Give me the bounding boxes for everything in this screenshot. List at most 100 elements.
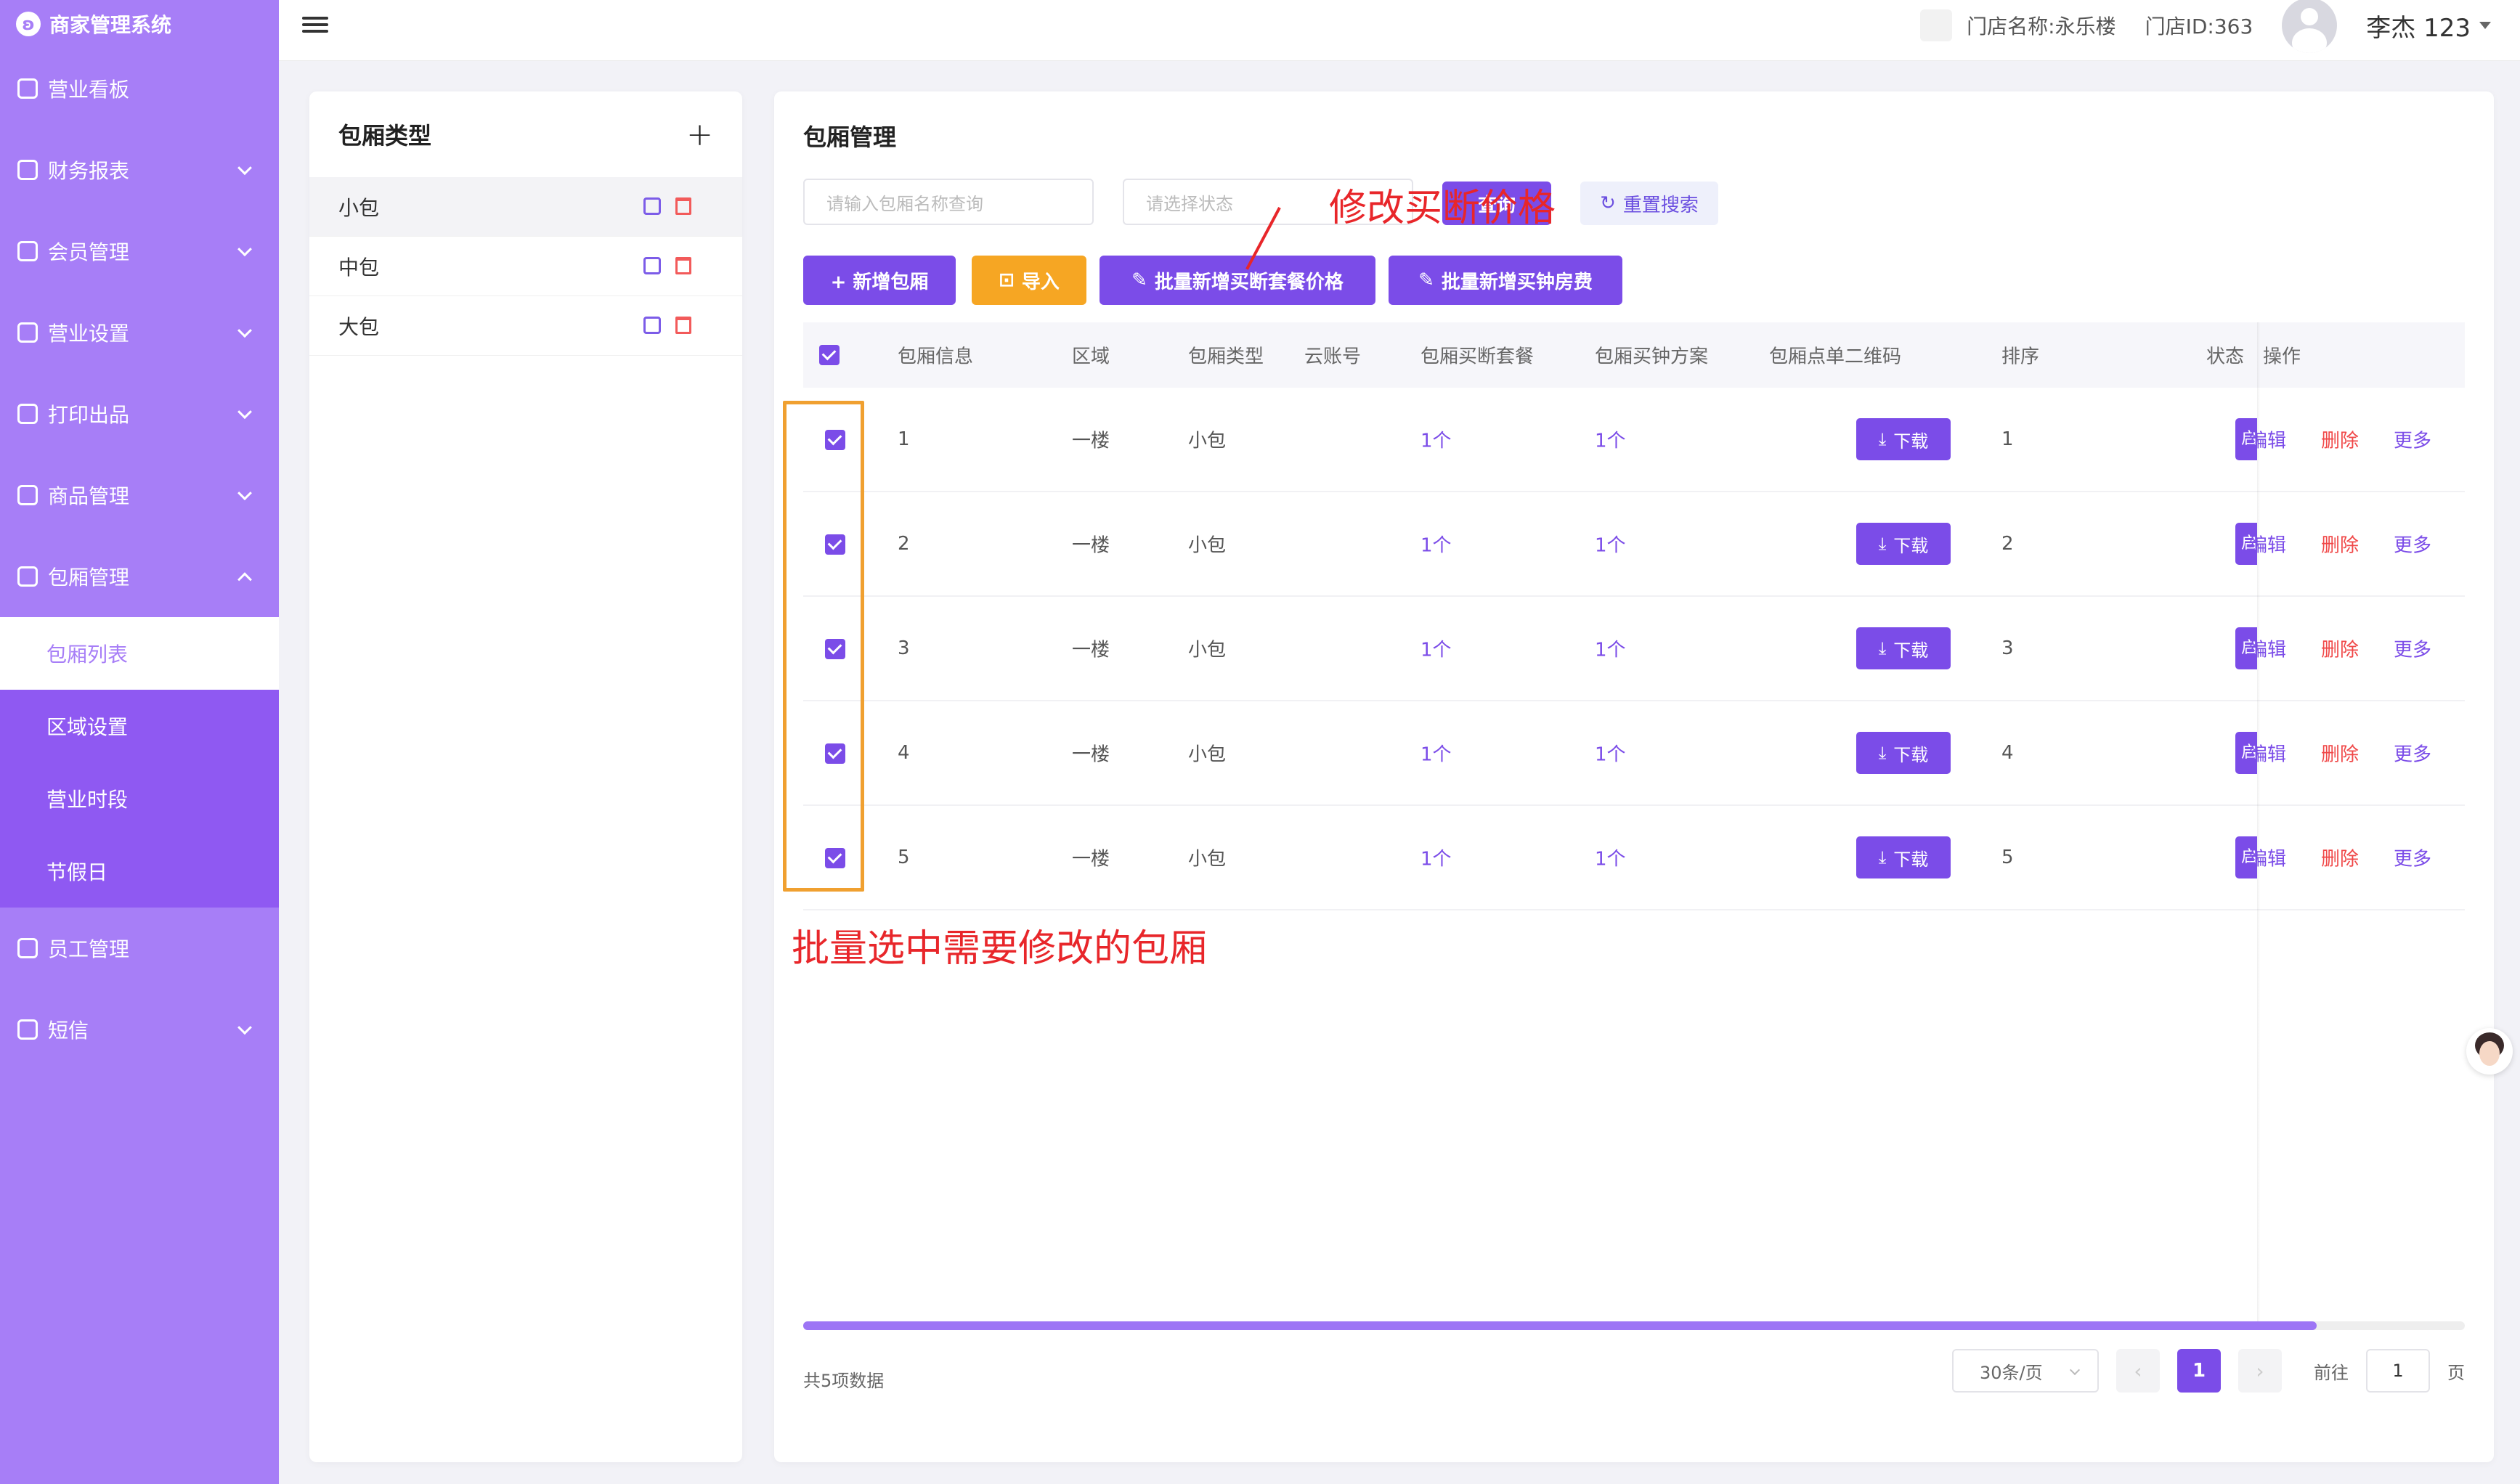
room-type-item[interactable]: 小包 xyxy=(309,177,742,237)
room-type-label: 小包 xyxy=(338,195,380,220)
printer-icon xyxy=(17,404,38,424)
sidebar-item-0[interactable]: 营业看板 xyxy=(0,48,279,129)
buyout-package-link[interactable]: 1个 xyxy=(1420,844,1452,871)
hourly-plan-link[interactable]: 1个 xyxy=(1595,426,1626,453)
table-row: 5 一楼 小包 1个 1个 ⤓ 下载 5 启编辑 删除 更多 xyxy=(803,806,2465,910)
edit-link[interactable]: 编辑 xyxy=(2248,740,2286,767)
hourly-plan-link[interactable]: 1个 xyxy=(1595,844,1626,871)
horizontal-scrollbar[interactable] xyxy=(803,1321,2465,1330)
delete-link[interactable]: 删除 xyxy=(2321,844,2359,871)
reset-search-button[interactable]: ↻ 重置搜索 xyxy=(1580,182,1718,225)
sidebar-item-4[interactable]: 打印出品 xyxy=(0,373,279,454)
sidebar-item-5[interactable]: 商品管理 xyxy=(0,454,279,536)
delete-link[interactable]: 删除 xyxy=(2321,635,2359,662)
trash-icon[interactable] xyxy=(675,317,691,334)
hourly-plan-link[interactable]: 1个 xyxy=(1595,635,1626,662)
store-checkbox[interactable] xyxy=(1920,9,1953,41)
table-header: 包厢信息 区域 包厢类型 云账号 包厢买断套餐 包厢买钟方案 包厢点单二维码 排… xyxy=(803,322,2465,388)
app-logo[interactable]: ʚ 商家管理系统 xyxy=(0,0,279,48)
reset-search-label: 重置搜索 xyxy=(1622,194,1699,216)
store-name: 门店名称:永乐楼 xyxy=(1967,15,2116,38)
chevron-left-icon: ‹ xyxy=(2134,1358,2142,1383)
room-type-item[interactable]: 大包 xyxy=(309,296,742,356)
room-name-search-input[interactable]: 请输入包厢名称查询 xyxy=(803,179,1094,225)
support-avatar-icon[interactable] xyxy=(2466,1028,2513,1075)
download-qr-button[interactable]: ⤓ 下载 xyxy=(1856,836,1951,878)
edit-link[interactable]: 编辑 xyxy=(2248,531,2286,558)
sidebar-item-label: 包厢管理 xyxy=(48,566,130,590)
download-icon: ⤓ xyxy=(1878,534,1887,554)
sidebar-item-label: 员工管理 xyxy=(48,937,130,961)
edit-link[interactable]: 编辑 xyxy=(2248,426,2286,453)
room-type-label: 中包 xyxy=(338,255,380,280)
prev-page-button[interactable]: ‹ xyxy=(2116,1349,2160,1393)
room-type: 小包 xyxy=(1188,534,1227,557)
room-area: 一楼 xyxy=(1072,743,1110,766)
col-hourly-plan: 包厢买钟方案 xyxy=(1595,346,1709,368)
sidebar-item-1[interactable]: 短信 xyxy=(0,989,279,1070)
trash-icon[interactable] xyxy=(675,197,691,215)
sidebar-item-6[interactable]: 包厢管理 xyxy=(0,536,279,617)
menu-toggle-icon[interactable] xyxy=(302,13,328,36)
next-page-button[interactable]: › xyxy=(2238,1349,2282,1393)
sidebar-item-0[interactable]: 员工管理 xyxy=(0,908,279,989)
batch-hourly-label: 批量新增买钟房费 xyxy=(1441,271,1593,293)
batch-hourly-fee-button[interactable]: ✎ 批量新增买钟房费 xyxy=(1389,256,1622,305)
store-id-select[interactable]: 门店ID:363 xyxy=(2145,11,2253,40)
batch-buyout-price-button[interactable]: ✎ 批量新增买断套餐价格 xyxy=(1100,256,1375,305)
sidebar-item-label: 财务报表 xyxy=(48,159,130,183)
hourly-plan-link[interactable]: 1个 xyxy=(1595,531,1626,558)
download-qr-button[interactable]: ⤓ 下载 xyxy=(1856,732,1951,774)
sidebar-item-1[interactable]: 财务报表 xyxy=(0,129,279,211)
buyout-package-link[interactable]: 1个 xyxy=(1420,426,1452,453)
buyout-package-link[interactable]: 1个 xyxy=(1420,635,1452,662)
user-avatar-icon[interactable] xyxy=(2282,0,2338,53)
edit-icon[interactable] xyxy=(643,317,661,334)
caret-down-icon[interactable] xyxy=(2479,22,2491,29)
user-name[interactable]: 李杰 123 xyxy=(2366,8,2471,44)
delete-link[interactable]: 删除 xyxy=(2321,426,2359,453)
scrollbar-thumb[interactable] xyxy=(803,1321,2317,1330)
edit-icon[interactable] xyxy=(643,257,661,274)
edit-link[interactable]: 编辑 xyxy=(2248,844,2286,871)
buyout-package-link[interactable]: 1个 xyxy=(1420,531,1452,558)
download-qr-button[interactable]: ⤓ 下载 xyxy=(1856,418,1951,460)
page-number[interactable]: 1 xyxy=(2177,1349,2221,1393)
download-icon: ⤓ xyxy=(1878,743,1887,763)
more-link[interactable]: 更多 xyxy=(2394,844,2431,871)
chevron-down-icon xyxy=(237,1020,252,1035)
annotation-bottom: 批量选中需要修改的包厢 xyxy=(792,927,1208,971)
more-link[interactable]: 更多 xyxy=(2394,635,2431,662)
sidebar-subitem[interactable]: 节假日 xyxy=(0,835,279,908)
batch-buyout-label: 批量新增买断套餐价格 xyxy=(1154,271,1344,293)
sidebar-item-3[interactable]: 营业设置 xyxy=(0,292,279,373)
room-info: 3 xyxy=(898,637,910,659)
download-qr-button[interactable]: ⤓ 下载 xyxy=(1856,523,1951,565)
sidebar-subitem[interactable]: 包厢列表 xyxy=(0,617,279,690)
buyout-package-link[interactable]: 1个 xyxy=(1420,740,1452,767)
room-type-item[interactable]: 中包 xyxy=(309,237,742,296)
hourly-plan-link[interactable]: 1个 xyxy=(1595,740,1626,767)
room-info: 5 xyxy=(898,847,910,868)
more-link[interactable]: 更多 xyxy=(2394,740,2431,767)
more-link[interactable]: 更多 xyxy=(2394,426,2431,453)
sidebar-item-2[interactable]: 会员管理 xyxy=(0,211,279,292)
col-room-info: 包厢信息 xyxy=(898,346,974,368)
sidebar-subitem[interactable]: 区域设置 xyxy=(0,690,279,762)
add-room-type-button[interactable]: + xyxy=(686,116,713,153)
room-icon xyxy=(17,566,38,587)
select-all-checkbox[interactable] xyxy=(819,345,840,365)
delete-link[interactable]: 删除 xyxy=(2321,531,2359,558)
edit-link[interactable]: 编辑 xyxy=(2248,635,2286,662)
download-qr-button[interactable]: ⤓ 下载 xyxy=(1856,627,1951,669)
more-link[interactable]: 更多 xyxy=(2394,531,2431,558)
import-button[interactable]: ⊡ 导入 xyxy=(972,256,1086,305)
trash-icon[interactable] xyxy=(675,257,691,274)
edit-icon[interactable] xyxy=(643,197,661,215)
page-size-select[interactable]: 30条/页 xyxy=(1952,1349,2099,1393)
delete-link[interactable]: 删除 xyxy=(2321,740,2359,767)
add-room-button[interactable]: + 新增包厢 xyxy=(803,256,956,305)
goto-page-input[interactable]: 1 xyxy=(2366,1349,2430,1393)
room-area: 一楼 xyxy=(1072,430,1110,452)
sidebar-subitem[interactable]: 营业时段 xyxy=(0,762,279,835)
